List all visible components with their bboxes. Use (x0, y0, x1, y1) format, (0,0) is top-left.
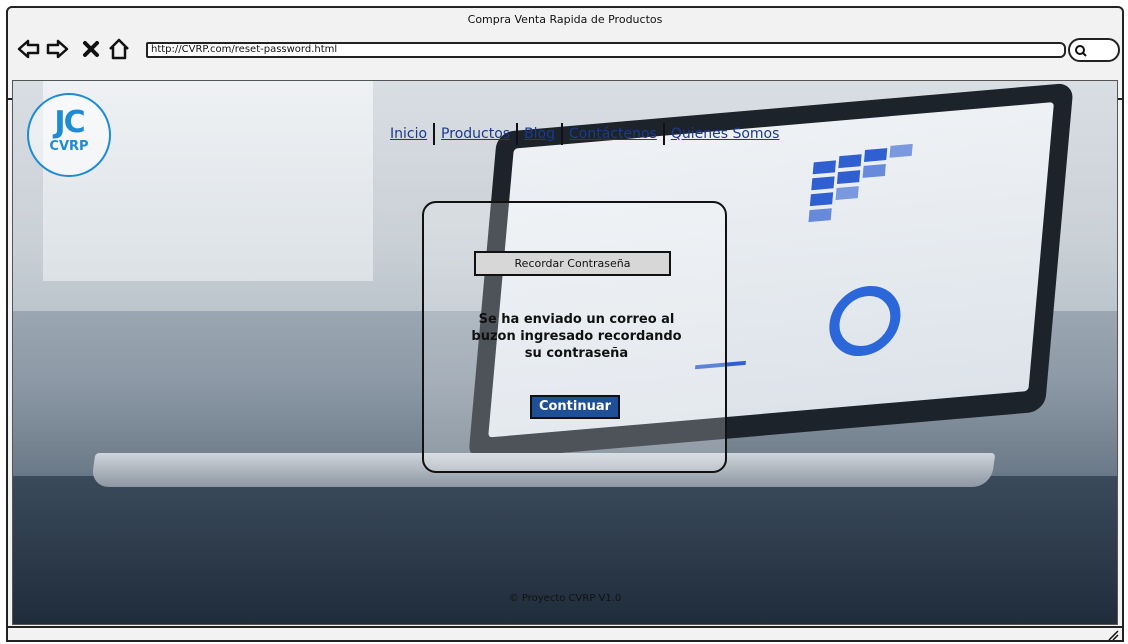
search-button[interactable] (1068, 38, 1120, 62)
nav-separator (561, 123, 564, 145)
main-nav: Inicio Productos Blog Contáctenos Quienes So… (385, 123, 784, 147)
nav-link-inicio[interactable]: Inicio (385, 126, 432, 142)
back-icon[interactable] (16, 36, 42, 62)
url-field[interactable]: http://CVRP.com/reset-password.html (146, 42, 1066, 58)
logo-mark: JC (54, 105, 85, 140)
resize-grip-icon[interactable] (1107, 629, 1119, 641)
nav-link-quienes-somos[interactable]: Quienes Somos (666, 126, 785, 142)
close-icon[interactable] (78, 36, 104, 62)
dialog-header: Recordar Contraseña (474, 251, 671, 276)
reset-password-dialog: Recordar Contraseña Se ha enviado un cor… (422, 201, 727, 473)
forward-icon[interactable] (44, 36, 70, 62)
dialog-message: Se ha enviado un correo al buzon ingresa… (471, 312, 682, 361)
cvrp-logo[interactable]: JC CVRP (27, 93, 111, 177)
nav-link-contactenos[interactable]: Contáctenos (564, 126, 662, 142)
status-bar (8, 626, 1122, 641)
logo-text: CVRP (49, 139, 89, 154)
page-content: JC CVRP Inicio Productos Blog Contáctenos Qu… (12, 80, 1118, 625)
browser-window: Compra Venta Rapida de Productos http://… (6, 6, 1124, 642)
window-title: Compra Venta Rapida de Productos (467, 13, 663, 26)
nav-link-blog[interactable]: Blog (519, 126, 560, 142)
nav-link-productos[interactable]: Productos (436, 126, 515, 142)
nav-separator (662, 123, 665, 145)
browser-toolbar: http://CVRP.com/reset-password.html (8, 32, 1122, 100)
nav-separator (516, 123, 519, 145)
continue-button[interactable]: Continuar (530, 395, 620, 419)
search-icon (1075, 45, 1087, 57)
nav-separator (433, 123, 436, 145)
home-icon[interactable] (106, 36, 132, 62)
page-footer: © Proyecto CVRP V1.0 (508, 593, 622, 604)
